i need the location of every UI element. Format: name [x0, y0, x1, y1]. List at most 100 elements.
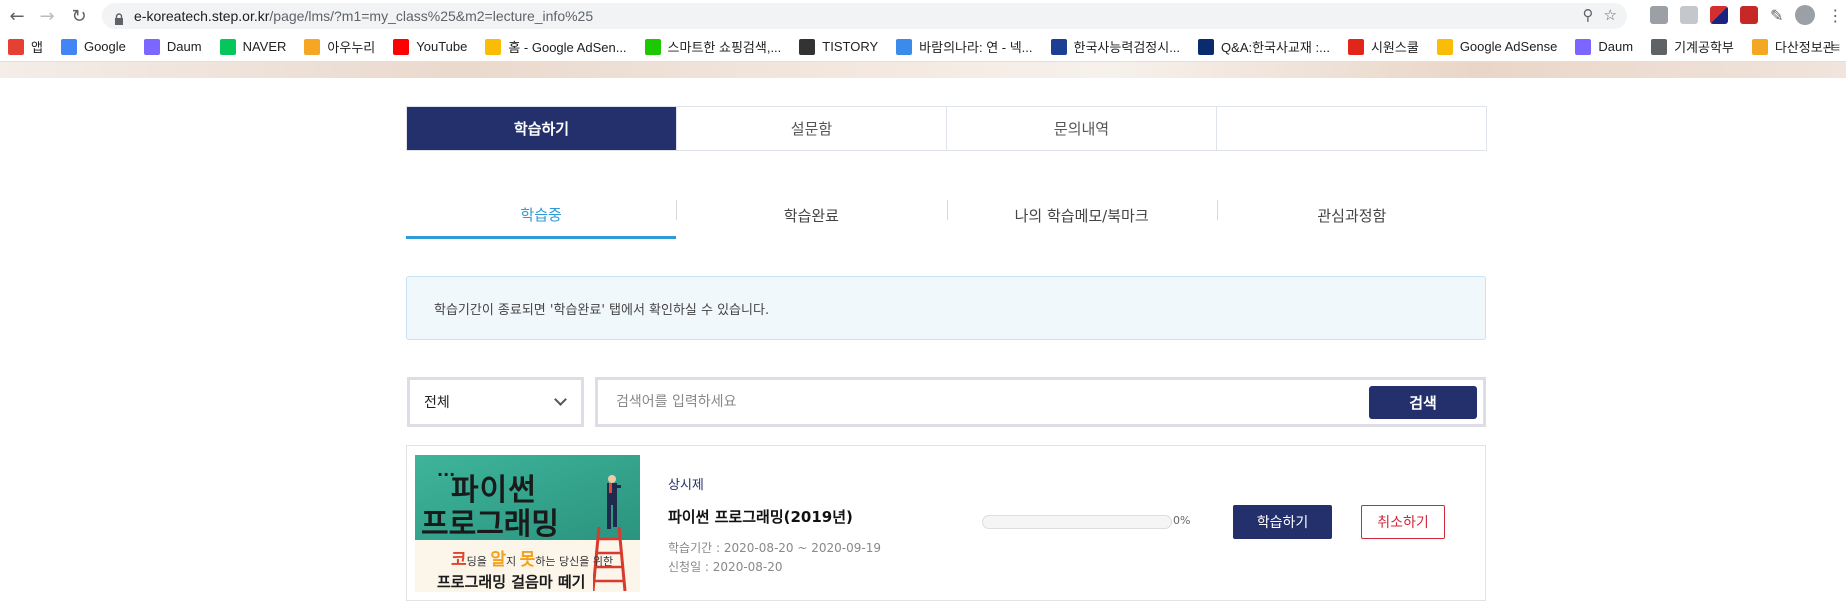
tab-survey[interactable]: 설문함: [677, 107, 947, 150]
bookmark-item[interactable]: 앱: [8, 37, 43, 56]
extension-cast-icon[interactable]: [1680, 6, 1698, 24]
sub-tabs: 학습중 학습완료 나의 학습메모/북마크 관심과정함: [406, 192, 1487, 239]
thumbnail-sub-mid2: 지: [506, 555, 520, 568]
course-period: 학습기간 : 2020-08-20 ~ 2020-09-19: [668, 541, 881, 555]
bookmark-item[interactable]: TISTORY: [799, 38, 879, 55]
thumbnail-title-line2: 프로그래밍: [421, 507, 559, 542]
google-icon: [60, 38, 77, 55]
bookmark-item[interactable]: 홈 - Google AdSen...: [485, 37, 627, 56]
cancel-button[interactable]: 취소하기: [1361, 505, 1445, 539]
filter-value: 전체: [424, 395, 450, 411]
businessman-figure-icon: [607, 475, 621, 529]
bookmark-item[interactable]: 바람의나라: 연 - 넥...: [896, 37, 1033, 56]
study-button[interactable]: 학습하기: [1233, 505, 1332, 539]
danawa-icon: [644, 38, 661, 55]
bookmark-label: 바람의나라: 연 - 넥...: [919, 40, 1033, 55]
bookmark-label: Daum: [166, 39, 202, 54]
extension-pdf-icon[interactable]: [1740, 6, 1758, 24]
reload-icon[interactable]: ↻: [66, 3, 92, 29]
adsense-icon: [485, 38, 502, 55]
bookmark-item[interactable]: 한국사능력검정시...: [1050, 37, 1181, 56]
bookmark-item[interactable]: Daum: [143, 38, 202, 55]
bookmark-label: Google AdSense: [1459, 39, 1558, 54]
h-logo-icon: [1198, 38, 1215, 55]
url-path: /page/lms/?m1=my_class%25&m2=lecture_inf…: [269, 8, 594, 24]
aunuri-icon: [304, 38, 321, 55]
tab-empty: [1217, 107, 1486, 150]
course-title[interactable]: 파이썬 프로그래밍(2019년): [668, 506, 853, 527]
thumbnail-subtitle: 코딩을 알지 못하는 당신을 위한: [451, 545, 613, 570]
progress-bar: [982, 515, 1172, 529]
extension-screen-icon[interactable]: [1650, 6, 1668, 24]
bookmark-label: 다산정보관: [1774, 40, 1835, 55]
bookmark-label: Daum: [1598, 39, 1634, 54]
bookmark-label: 홈 - Google AdSen...: [508, 40, 627, 55]
zoom-icon[interactable]: ⚲: [1583, 6, 1594, 24]
menu-kebab-icon[interactable]: ⋮: [1827, 6, 1843, 25]
extensions-puzzle-icon[interactable]: ✎: [1770, 6, 1783, 25]
siwon-icon: [1347, 38, 1364, 55]
thumbnail-sub-o1: 알: [490, 550, 507, 570]
subtab-completed[interactable]: 학습완료: [676, 192, 946, 239]
subtab-memo-bookmark[interactable]: 나의 학습메모/북마크: [946, 192, 1217, 239]
course-thumbnail[interactable]: ··· 파이썬 프로그래밍 코딩을 알지 못하는 당신을 위한 프로그래밍 걸음…: [415, 455, 640, 592]
daum-icon: [1575, 38, 1592, 55]
bookmark-label: YouTube: [416, 39, 468, 54]
chevron-down-icon: [554, 393, 567, 406]
star-bookmark-icon[interactable]: ☆: [1604, 6, 1617, 24]
bookmark-label: Google: [83, 39, 126, 54]
back-arrow-icon[interactable]: ←: [4, 3, 30, 29]
bookmark-label: 아우누리: [327, 40, 376, 55]
browser-toolbar: ← → ↻ e-koreatech.step.or.kr/page/lms/?m…: [0, 0, 1846, 32]
subtab-interest[interactable]: 관심과정함: [1216, 192, 1487, 239]
filter-select[interactable]: 전체: [407, 377, 584, 427]
bookmark-item[interactable]: Google AdSense: [1436, 38, 1558, 55]
course-applied-date: 신청일 : 2020-08-20: [668, 560, 783, 574]
bookmarks-bar: 앱 Google Daum NAVER 아우누리 YouTube 홈 - Google Ad…: [0, 32, 1846, 62]
bookmark-item[interactable]: 시원스쿨: [1347, 37, 1419, 56]
bookmark-label: 한국사능력검정시...: [1073, 40, 1181, 55]
bookmark-item[interactable]: 다산정보관: [1751, 37, 1835, 56]
profile-avatar-icon[interactable]: [1795, 5, 1816, 25]
youtube-icon: [393, 38, 410, 55]
lock-icon: [114, 10, 124, 25]
chat-bubble-icon: [896, 38, 913, 55]
bookmark-item[interactable]: Q&A:한국사교재 :...: [1198, 37, 1330, 56]
reading-list-icon[interactable]: ≡: [1832, 39, 1840, 55]
thumbnail-sub-mid1: 딩을: [466, 555, 491, 568]
bookmark-item[interactable]: Google: [60, 38, 126, 55]
course-category: 상시제: [668, 478, 704, 493]
thumbnail-bottom-text: 프로그래밍 걸음마 떼기: [437, 573, 586, 591]
gsc-icon: [1050, 38, 1067, 55]
tab-study[interactable]: 학습하기: [407, 107, 677, 150]
main-tabs: 학습하기 설문함 문의내역: [406, 106, 1487, 151]
address-bar[interactable]: e-koreatech.step.or.kr/page/lms/?m1=my_c…: [102, 3, 1627, 29]
bookmark-item[interactable]: 아우누리: [304, 37, 375, 56]
subtab-in-progress[interactable]: 학습중: [406, 192, 677, 239]
bookmark-label: Q&A:한국사교재 :...: [1221, 40, 1330, 55]
bookmark-label: 앱: [31, 40, 43, 55]
url-text: e-koreatech.step.or.kr/page/lms/?m1=my_c…: [134, 8, 593, 24]
bookmark-item[interactable]: YouTube: [393, 38, 468, 55]
bookmark-item[interactable]: 기계공학부: [1651, 37, 1734, 56]
thumbnail-sub-r: 코: [451, 550, 467, 570]
tab-inquiry[interactable]: 문의내역: [947, 107, 1217, 150]
notice-box: 학습기간이 종료되면 '학습완료' 탭에서 확인하실 수 있습니다.: [406, 276, 1486, 340]
search-button[interactable]: 검색: [1369, 386, 1477, 419]
extension-flag-icon[interactable]: [1710, 6, 1728, 24]
bookmark-item[interactable]: Daum: [1575, 38, 1634, 55]
naver-icon: [219, 38, 236, 55]
search-box: 검색: [595, 377, 1486, 427]
bookmark-label: TISTORY: [822, 39, 879, 54]
bookmark-label: 시원스쿨: [1370, 40, 1419, 55]
bookmark-item[interactable]: 스마트한 쇼핑검색,...: [644, 37, 782, 56]
bookmark-label: 스마트한 쇼핑검색,...: [667, 40, 782, 55]
url-host: e-koreatech.step.or.kr: [134, 8, 270, 24]
tistory-icon: [799, 38, 816, 55]
thumbnail-sub-end: 하는 당신을 위한: [535, 555, 614, 568]
forward-arrow-icon[interactable]: →: [34, 3, 60, 29]
apps-grid-icon: [8, 38, 24, 55]
search-input[interactable]: [616, 380, 1256, 424]
hero-banner: [0, 62, 1846, 78]
bookmark-item[interactable]: NAVER: [219, 38, 286, 55]
